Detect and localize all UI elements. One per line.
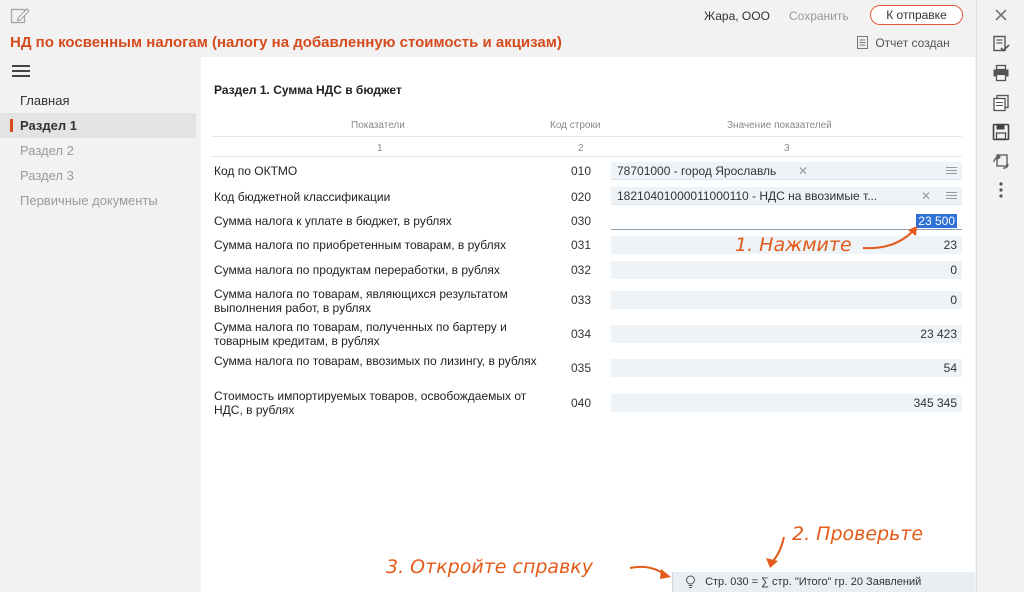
row-label-030: Сумма налога к уплате в бюджет, в рублях [214, 214, 452, 228]
hint-text: Стр. 030 = ∑ стр. "Итого" гр. 20 Заявлен… [705, 576, 922, 588]
row-label-040: Стоимость импортируемых товаров, освобож… [214, 389, 527, 417]
list-icon[interactable] [946, 192, 957, 200]
document-title: НД по косвенным налогам (налогу на добав… [10, 34, 562, 51]
documents-icon[interactable] [992, 94, 1010, 112]
refresh-docs-icon[interactable] [992, 152, 1010, 170]
row-label-035: Сумма налога по товарам, ввозимых по лиз… [214, 354, 537, 368]
column-number-1: 1 [377, 143, 383, 154]
save-icon[interactable] [992, 123, 1010, 141]
save-button[interactable]: Сохранить [789, 9, 849, 23]
arrow-step-1-icon [862, 226, 917, 250]
value-input-032[interactable]: 0 [611, 261, 962, 279]
row-label-010: Код по ОКТМО [214, 164, 298, 178]
column-header-indicators: Показатели [351, 120, 405, 131]
kbk-value: 18210401000011000110 - НДС на ввозимые т… [617, 189, 878, 203]
arrow-step-3-icon [629, 565, 671, 579]
arrow-step-2-icon [766, 536, 785, 568]
right-toolbar [976, 0, 1024, 592]
oktmo-select[interactable]: 78701000 - город Ярославль ✕ [611, 162, 962, 180]
row-code-040: 040 [570, 396, 592, 410]
value-input-035[interactable]: 54 [611, 359, 962, 377]
checklist-icon[interactable] [992, 35, 1010, 53]
header-divider [212, 136, 962, 137]
row-code-035: 035 [570, 361, 592, 375]
annotation-step-3: 3. Откройте справку [386, 556, 593, 578]
print-icon[interactable] [992, 64, 1010, 82]
column-header-line-code: Код строки [550, 120, 601, 131]
hamburger-icon[interactable] [12, 65, 30, 79]
clear-icon[interactable]: ✕ [798, 162, 808, 179]
row-label-031: Сумма налога по приобретенным товарам, в… [214, 238, 507, 252]
oktmo-value: 78701000 - город Ярославль [617, 164, 777, 178]
column-number-3: 3 [784, 143, 790, 154]
row-label-033: Сумма налога по товарам, являющихся резу… [214, 287, 508, 315]
annotation-step-2: 2. Проверьте [792, 523, 924, 545]
report-status-text: Отчет создан [875, 36, 950, 50]
send-button[interactable]: К отправке [870, 5, 963, 25]
row-code-030: 030 [570, 214, 592, 228]
row-code-033: 033 [570, 293, 592, 307]
row-label-032: Сумма налога по продуктам переработки, в… [214, 263, 500, 277]
clear-icon[interactable]: ✕ [921, 187, 931, 204]
edit-icon[interactable] [10, 6, 30, 24]
nav-item-section-2[interactable]: Раздел 2 [0, 138, 196, 163]
row-code-031: 031 [570, 238, 592, 252]
top-bar: Жара, ООО Сохранить К отправке [0, 0, 976, 30]
row-code-032: 032 [570, 263, 592, 277]
row-label-034: Сумма налога по товарам, полученных по б… [214, 320, 507, 348]
row-label-020: Код бюджетной классификации [214, 190, 391, 204]
organization-name[interactable]: Жара, ООО [704, 9, 770, 23]
close-icon[interactable] [992, 6, 1010, 24]
row-code-034: 034 [570, 327, 592, 341]
form-panel: Раздел 1. Сумма НДС в бюджет Показатели … [201, 57, 975, 592]
sidebar-nav: Главная Раздел 1 Раздел 2 Раздел 3 Перви… [0, 88, 196, 213]
column-header-values: Значение показателей [727, 120, 832, 131]
row-code-010: 010 [570, 164, 592, 178]
value-input-040[interactable]: 345 345 [611, 394, 962, 412]
document-icon [857, 36, 868, 49]
kbk-select[interactable]: 18210401000011000110 - НДС на ввозимые т… [611, 187, 962, 205]
nav-item-section-3[interactable]: Раздел 3 [0, 163, 196, 188]
more-vertical-icon[interactable] [992, 181, 1010, 199]
value-input-033[interactable]: 0 [611, 291, 962, 309]
row-code-020: 020 [570, 190, 592, 204]
nav-item-main[interactable]: Главная [0, 88, 196, 113]
column-number-2: 2 [578, 143, 584, 154]
nav-item-primary-docs[interactable]: Первичные документы [0, 188, 196, 213]
report-status: Отчет создан [857, 36, 950, 50]
nav-item-section-1[interactable]: Раздел 1 [0, 113, 196, 138]
section-title: Раздел 1. Сумма НДС в бюджет [214, 83, 402, 97]
hint-bar[interactable]: Стр. 030 = ∑ стр. "Итого" гр. 20 Заявлен… [672, 572, 975, 592]
list-icon[interactable] [946, 167, 957, 175]
value-input-034[interactable]: 23 423 [611, 325, 962, 343]
number-divider [212, 156, 962, 157]
lightbulb-icon [686, 575, 695, 588]
annotation-step-1: 1. Нажмите [735, 234, 852, 256]
